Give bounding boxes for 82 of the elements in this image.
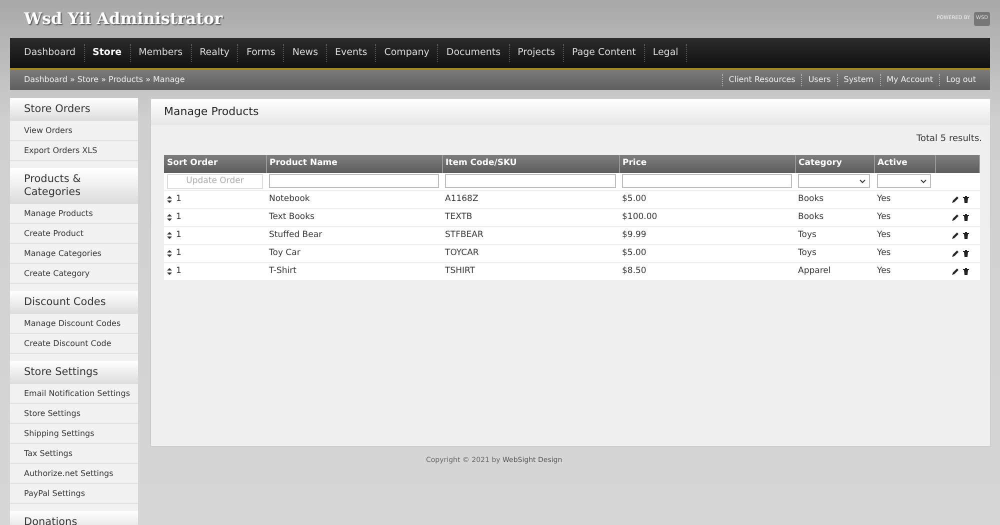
sidebar-heading: Store Settings: [10, 361, 138, 384]
table-cell: $100.00: [622, 212, 658, 222]
nav-tab[interactable]: Projects: [510, 44, 564, 62]
nav-tab[interactable]: Store: [84, 44, 131, 62]
delete-icon[interactable]: [962, 232, 968, 239]
sort-value: 1: [176, 247, 182, 260]
nav-tab[interactable]: Dashboard: [16, 44, 85, 62]
edit-icon[interactable]: [952, 232, 958, 239]
nav-tab[interactable]: Members: [130, 44, 192, 62]
delete-icon[interactable]: [962, 250, 968, 257]
nav-tab[interactable]: Documents: [438, 44, 510, 62]
header-link[interactable]: System: [836, 74, 880, 86]
sort-value: 1: [176, 265, 182, 278]
table-cell: Yes: [877, 212, 891, 222]
table-cell: Yes: [877, 248, 891, 258]
nav-tab[interactable]: Legal: [644, 44, 688, 62]
filter-field[interactable]: [445, 174, 616, 188]
table-cell: Text Books: [269, 212, 314, 222]
header-link[interactable]: Client Resources: [722, 74, 802, 86]
header-link[interactable]: My Account: [880, 74, 940, 86]
table-cell: A1168Z: [445, 194, 478, 204]
sort-handle-icon[interactable]: [167, 214, 172, 221]
table-cell: T-Shirt: [269, 266, 296, 276]
header-link[interactable]: Users: [801, 74, 837, 86]
sort-value: 1: [176, 229, 182, 242]
table-cell: $5.00: [622, 248, 646, 258]
table-cell: Books: [798, 194, 824, 204]
panel-title: Manage Products: [151, 99, 990, 125]
edit-icon[interactable]: [952, 196, 958, 203]
table-cell: Apparel: [798, 266, 831, 276]
caret-icon: [920, 178, 927, 184]
sort-handle-icon[interactable]: [167, 196, 172, 203]
sort-handle-icon[interactable]: [167, 250, 172, 257]
sort-handle-icon[interactable]: [167, 268, 172, 275]
table-cell: Toys: [798, 230, 816, 240]
filter-field[interactable]: [622, 174, 792, 188]
sort-handle-icon[interactable]: [167, 232, 172, 239]
table-cell: Toy Car: [269, 248, 300, 258]
sidebar-heading: Discount Codes: [10, 291, 138, 314]
column-header: Product Name: [266, 154, 442, 172]
edit-icon[interactable]: [952, 268, 958, 275]
nav-tab[interactable]: Page Content: [564, 44, 645, 62]
table-cell: Toys: [798, 248, 816, 258]
delete-icon[interactable]: [962, 214, 968, 221]
sort-value: 1: [176, 193, 182, 206]
column-header: Category: [795, 154, 874, 172]
nav-tab[interactable]: News: [284, 44, 328, 62]
table-cell: Yes: [877, 194, 891, 204]
site-title: Wsd Yii Administrator: [24, 8, 223, 30]
nav-tab[interactable]: Forms: [238, 44, 284, 62]
filter-field[interactable]: [269, 174, 439, 188]
sidebar-heading: Products & Categories: [10, 168, 138, 204]
sort-value: 1: [176, 211, 182, 224]
delete-icon[interactable]: [962, 268, 968, 275]
nav-tab[interactable]: Events: [327, 44, 376, 62]
caret-icon: [859, 178, 866, 184]
table-cell: $8.50: [622, 266, 646, 276]
table-cell: Yes: [877, 266, 891, 276]
sidebar-heading: Donations: [10, 511, 138, 525]
table-cell: Stuffed Bear: [269, 230, 322, 240]
results-summary: Total 5 results.: [916, 134, 982, 144]
nav-tab[interactable]: Realty: [192, 44, 238, 62]
column-header: Item Code/SKU: [442, 154, 619, 172]
table-cell: $5.00: [622, 194, 646, 204]
table-cell: Books: [798, 212, 824, 222]
column-header: Price: [619, 154, 795, 172]
table-cell: TEXTB: [445, 212, 472, 222]
sidebar-heading: Store Orders: [10, 98, 138, 121]
table-cell: Notebook: [269, 194, 310, 204]
table-cell: TOYCAR: [445, 248, 479, 258]
table-cell: TSHIRT: [445, 266, 475, 276]
table-cell: $9.99: [622, 230, 646, 240]
header-link[interactable]: Log out: [939, 74, 982, 86]
column-header: Sort Order: [164, 154, 266, 172]
nav-tab[interactable]: Company: [376, 44, 438, 62]
column-header: Active: [874, 154, 936, 172]
table-cell: Yes: [877, 230, 891, 240]
table-cell: STFBEAR: [445, 230, 484, 240]
edit-icon[interactable]: [952, 250, 958, 257]
breadcrumb: Dashboard » Store » Products » Manage: [24, 74, 185, 86]
delete-icon[interactable]: [962, 196, 968, 203]
edit-icon[interactable]: [952, 214, 958, 221]
